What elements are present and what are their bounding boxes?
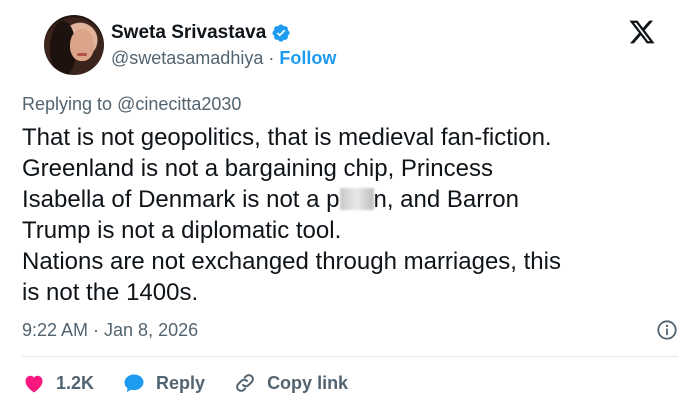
tweet-line: n, and Barron xyxy=(373,186,519,213)
like-button[interactable]: 1.2K xyxy=(22,371,94,395)
tweet-line: Isabella of Denmark is not a p xyxy=(22,186,340,213)
author-display-name[interactable]: Sweta Srivastava xyxy=(111,22,266,44)
author-handle[interactable]: @swetasamadhiya xyxy=(111,48,263,69)
redaction-blur xyxy=(339,188,374,210)
tweet-line: That is not geopolitics, that is medieva… xyxy=(22,124,552,151)
reply-bubble-icon xyxy=(124,374,144,392)
link-icon xyxy=(236,374,254,392)
x-logo-icon[interactable] xyxy=(628,18,656,46)
follow-button[interactable]: Follow xyxy=(279,48,336,69)
separator-dot: · xyxy=(268,48,275,68)
timestamp[interactable]: 9:22 AM · Jan 8, 2026 xyxy=(22,320,198,341)
reply-label: Reply xyxy=(156,372,206,393)
tweet-text: That is not geopolitics, that is medieva… xyxy=(22,122,682,308)
tweet-card: Sweta Srivastava @swetasamadhiya · Follo… xyxy=(0,0,700,410)
copy-link-button[interactable]: Copy link xyxy=(233,371,348,395)
info-icon[interactable] xyxy=(656,319,678,341)
tweet-header: Sweta Srivastava @swetasamadhiya · Follo… xyxy=(22,0,678,86)
tweet-meta: 9:22 AM · Jan 8, 2026 xyxy=(22,318,678,342)
tweet-line: Greenland is not a bargaining chip, Prin… xyxy=(22,155,493,182)
reply-button[interactable]: Reply xyxy=(122,371,205,395)
replying-to: Replying to @cinecitta2030 xyxy=(22,94,241,115)
tweet-line: Nations are not exchanged through marria… xyxy=(22,248,561,275)
reply-mention-link[interactable]: @cinecitta2030 xyxy=(117,94,241,114)
author-info: Sweta Srivastava @swetasamadhiya · Follo… xyxy=(111,21,336,69)
divider xyxy=(22,356,678,357)
avatar-face xyxy=(70,29,94,61)
tweet-line: Trump is not a diplomatic tool. xyxy=(22,217,342,244)
heart-icon xyxy=(25,375,43,393)
action-bar: 1.2K Reply Copy link xyxy=(22,369,376,397)
avatar-lip xyxy=(77,53,87,56)
copy-link-label: Copy link xyxy=(267,372,349,393)
avatar[interactable] xyxy=(44,15,104,75)
verified-badge-icon xyxy=(272,24,290,42)
replying-to-prefix: Replying to xyxy=(22,94,118,114)
tweet-line: is not the 1400s. xyxy=(22,279,199,306)
like-count: 1.2K xyxy=(56,372,95,393)
